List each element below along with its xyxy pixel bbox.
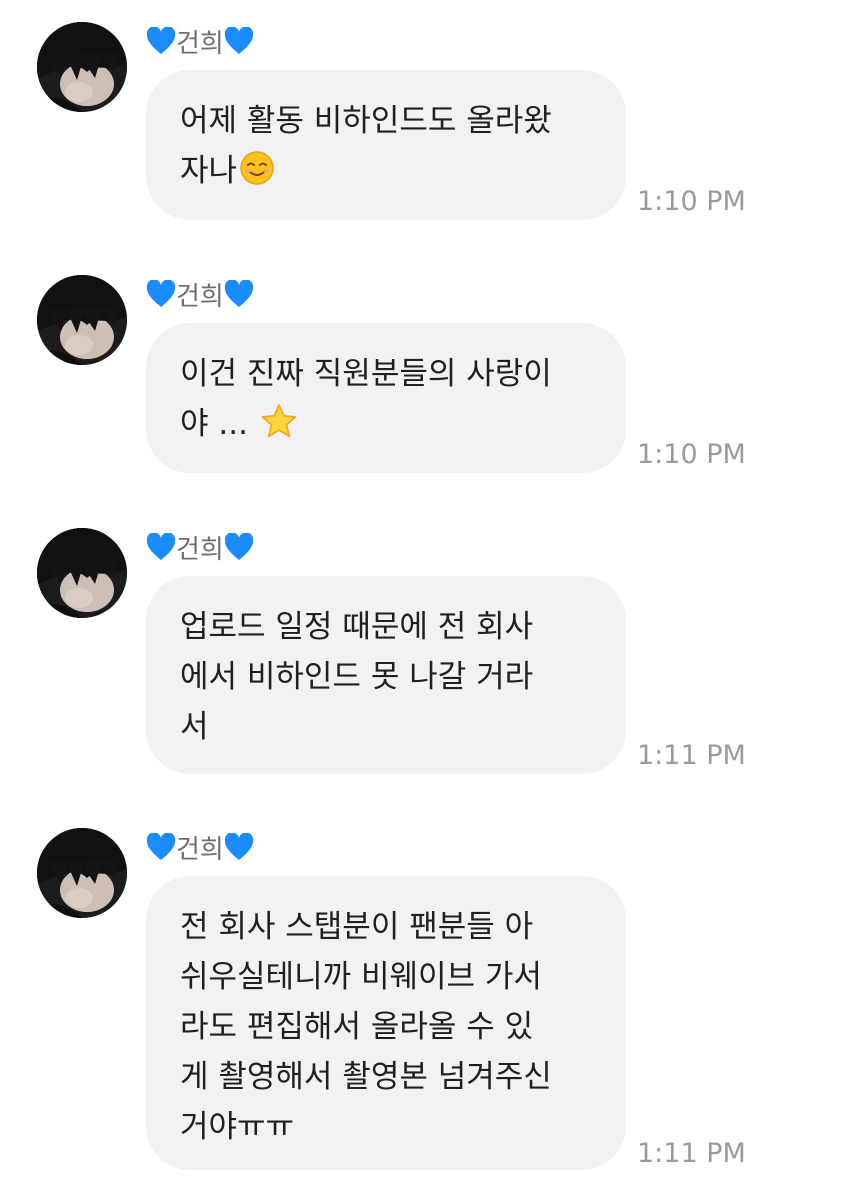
- avatar[interactable]: [37, 528, 127, 618]
- sender-name: 건희: [146, 530, 254, 565]
- blue-heart-icon: [146, 833, 176, 861]
- blue-heart-icon: [224, 833, 254, 861]
- avatar-photo: [37, 528, 127, 618]
- blue-heart-icon: [146, 27, 176, 55]
- message-line: 업로드 일정 때문에 전 회사: [180, 609, 534, 645]
- message-line: 라도 편집해서 올라올 수 있: [180, 1009, 534, 1045]
- message-line: 전 회사 스탭분이 팬분들 아: [180, 909, 534, 945]
- blue-heart-icon: [224, 27, 254, 55]
- message-bubble[interactable]: 이건 진짜 직원분들의 사랑이 야 ...: [146, 323, 626, 473]
- avatar-photo: [37, 275, 127, 365]
- blue-heart-icon: [146, 533, 176, 561]
- message-line: 게 촬영해서 촬영본 넘겨주신: [180, 1059, 552, 1095]
- message-bubble[interactable]: 어제 활동 비하인드도 올라왔 자나: [146, 70, 626, 220]
- sender-name-text: 건희: [176, 28, 224, 59]
- message-timestamp: 1:10 PM: [637, 439, 746, 470]
- star-icon: [260, 403, 298, 439]
- message-line: 야 ...: [180, 406, 258, 442]
- message-line: 어제 활동 비하인드도 올라왔: [180, 103, 552, 139]
- message-line: 쉬우실테니까 비웨이브 가서: [180, 959, 542, 995]
- avatar[interactable]: [37, 22, 127, 112]
- sender-name-text: 건희: [176, 534, 224, 565]
- message-timestamp: 1:11 PM: [637, 740, 746, 771]
- message-line: 자나: [180, 153, 238, 189]
- blue-heart-icon: [224, 280, 254, 308]
- avatar-photo: [37, 828, 127, 918]
- blue-heart-icon: [224, 533, 254, 561]
- message-bubble[interactable]: 전 회사 스탭분이 팬분들 아 쉬우실테니까 비웨이브 가서 라도 편집해서 올…: [146, 876, 626, 1170]
- message-timestamp: 1:10 PM: [637, 186, 746, 217]
- avatar[interactable]: [37, 828, 127, 918]
- sender-name: 건희: [146, 277, 254, 312]
- sender-name: 건희: [146, 830, 254, 865]
- blue-heart-icon: [146, 280, 176, 308]
- smiling-face-icon: [239, 150, 275, 186]
- message-line: 에서 비하인드 못 나갈 거라: [180, 659, 534, 695]
- avatar[interactable]: [37, 275, 127, 365]
- sender-name-text: 건희: [176, 834, 224, 865]
- message-line: 거야ㅠㅠ: [180, 1109, 295, 1145]
- message-line: 이건 진짜 직원분들의 사랑이: [180, 356, 552, 392]
- sender-name-text: 건희: [176, 281, 224, 312]
- message-bubble[interactable]: 업로드 일정 때문에 전 회사 에서 비하인드 못 나갈 거라 서: [146, 576, 626, 774]
- message-line: 서: [180, 709, 209, 745]
- message-timestamp: 1:11 PM: [637, 1138, 746, 1169]
- avatar-photo: [37, 22, 127, 112]
- sender-name: 건희: [146, 24, 254, 59]
